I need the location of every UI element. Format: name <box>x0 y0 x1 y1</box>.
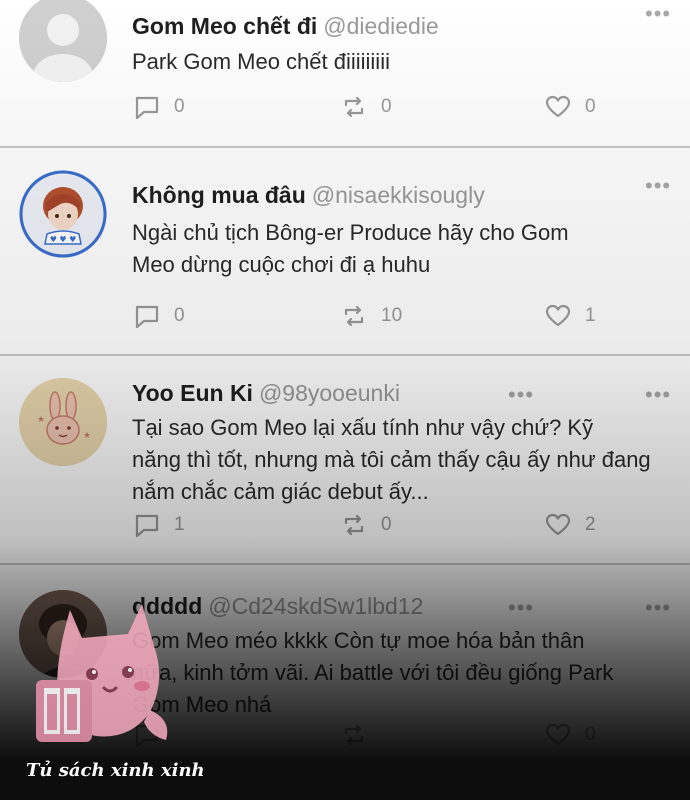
like-count: 0 <box>585 724 596 745</box>
default-avatar[interactable] <box>19 0 107 82</box>
retweet-count: 0 <box>381 96 392 117</box>
anime-boy-avatar-icon: ♥ ♥ ♥ <box>19 170 107 258</box>
retweet-button[interactable]: 10 <box>341 303 402 329</box>
more-options-icon[interactable]: ••• <box>508 595 534 621</box>
like-button[interactable]: 0 <box>545 94 596 120</box>
svg-text:★: ★ <box>83 431 91 441</box>
tweet-text-line: Meo dừng cuộc chơi đi ạ huhu <box>132 252 431 277</box>
reply-count: 1 <box>174 514 185 535</box>
reply-button[interactable]: 0 <box>134 94 185 120</box>
tweet-text-line: Ngài chủ tịch Bông-er Produce hãy cho Go… <box>132 220 569 245</box>
like-button[interactable]: 0 <box>545 722 596 748</box>
more-options-icon[interactable]: ••• <box>645 595 671 621</box>
tweet-header: Gom Meo chết đi @diediedie <box>132 13 439 40</box>
heart-icon <box>545 513 571 536</box>
like-count: 0 <box>585 96 596 117</box>
display-name[interactable]: Không mua đâu <box>132 182 306 208</box>
user-handle[interactable]: @98yooeunki <box>259 380 400 406</box>
like-count: 2 <box>585 514 596 535</box>
more-options-icon[interactable]: ••• <box>508 382 534 408</box>
retweet-icon <box>344 724 364 746</box>
svg-text:★: ★ <box>37 415 45 425</box>
reply-icon <box>135 514 159 538</box>
tweet-3[interactable]: ★ ★ Yoo Eun Ki @98yooeunki ••• ••• Tại sa… <box>0 356 690 563</box>
heart-icon <box>545 304 571 327</box>
tweet-text-line: nắm chắc cảm giác debut ấy... <box>132 479 429 504</box>
more-options-icon[interactable]: ••• <box>645 173 671 199</box>
retweet-icon <box>344 305 364 327</box>
tweet-header: Yoo Eun Ki @98yooeunki <box>132 380 400 407</box>
heart-icon <box>545 723 571 746</box>
tweet-text-line: Park Gom Meo chết điiiiiiiii <box>132 49 390 74</box>
heart-icon <box>545 95 571 118</box>
tweet-text-line: Gom Meo méo kkkk Còn tự moe hóa bản thân <box>132 628 585 653</box>
reply-count: 0 <box>174 305 185 326</box>
retweet-button[interactable]: 0 <box>341 94 392 120</box>
reply-count: 0 <box>174 96 185 117</box>
reply-button[interactable]: 1 <box>134 512 185 538</box>
like-count: 1 <box>585 305 596 326</box>
reply-icon <box>135 305 159 329</box>
tweet-text-line: Tại sao Gom Meo lại xấu tính như vậy chứ… <box>132 415 594 440</box>
retweet-count: 10 <box>381 305 403 326</box>
user-handle[interactable]: @Cd24skdSw1lbd12 <box>208 593 423 619</box>
user-handle[interactable]: @diediedie <box>323 13 438 39</box>
retweet-icon <box>344 514 364 536</box>
like-button[interactable]: 1 <box>545 303 596 329</box>
tweet-header: Không mua đâu @nisaekkisougly <box>132 182 485 209</box>
display-name[interactable]: Gom Meo chết đi <box>132 13 317 39</box>
bunny-avatar[interactable]: ★ ★ <box>19 378 107 466</box>
tweet-2[interactable]: ♥ ♥ ♥ Không mua đâu @nisaekkisougly ••• N… <box>0 148 690 354</box>
watermark-text: Tủ sách xinh xinh <box>26 760 205 781</box>
reply-button[interactable]: 0 <box>134 303 185 329</box>
more-options-icon[interactable]: ••• <box>645 1 671 27</box>
reply-icon <box>135 96 159 120</box>
tweet-text: Gom Meo méo kkkk Còn tự moe hóa bản thân… <box>132 625 672 721</box>
tweet-text: Park Gom Meo chết điiiiiiiii <box>132 46 672 78</box>
anime-boy-avatar[interactable]: ♥ ♥ ♥ <box>19 170 107 258</box>
tweet-1[interactable]: Gom Meo chết đi @diediedie ••• Park Gom M… <box>0 0 690 146</box>
retweet-icon <box>344 96 364 118</box>
retweet-button[interactable]: 0 <box>341 512 392 538</box>
retweet-button[interactable] <box>341 722 381 748</box>
user-handle[interactable]: @nisaekkisougly <box>312 182 485 208</box>
more-options-icon[interactable]: ••• <box>645 382 671 408</box>
default-avatar-icon <box>19 0 107 82</box>
tweet-text: Ngài chủ tịch Bông-er Produce hãy cho Go… <box>132 217 672 281</box>
like-button[interactable]: 2 <box>545 512 596 538</box>
retweet-count: 0 <box>381 514 392 535</box>
bunny-avatar-icon: ★ ★ <box>19 378 107 466</box>
tweet-text-line: Gom Meo nhá <box>132 692 272 717</box>
tweet-text-line: nữa, kinh tởm vãi. Ai battle với tôi đều… <box>132 660 614 685</box>
tweet-text-line: năng thì tốt, nhưng mà tôi cảm thấy cậu … <box>132 447 651 472</box>
tweet-text: Tại sao Gom Meo lại xấu tính như vậy chứ… <box>132 412 672 508</box>
display-name[interactable]: Yoo Eun Ki <box>132 380 253 406</box>
svg-text:♥ ♥ ♥: ♥ ♥ ♥ <box>50 235 77 244</box>
